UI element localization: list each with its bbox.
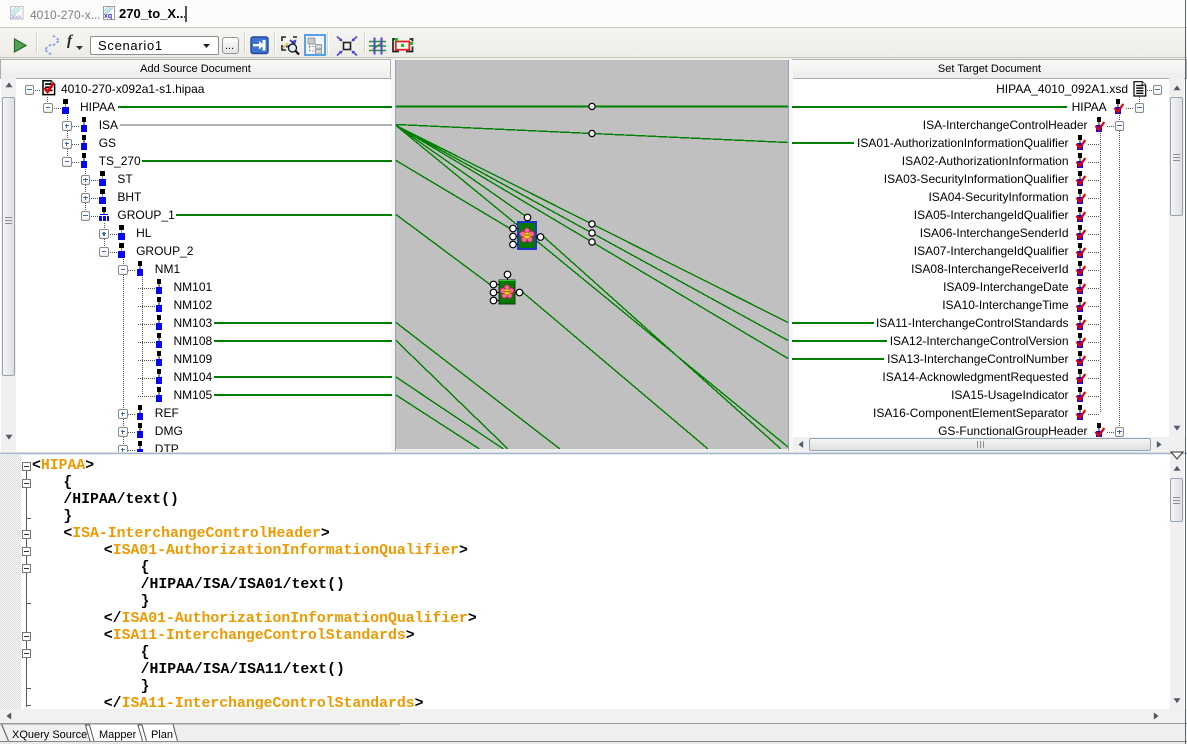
svg-text:JAVA: JAVA — [11, 15, 23, 20]
svg-text:xq: xq — [104, 13, 112, 20]
